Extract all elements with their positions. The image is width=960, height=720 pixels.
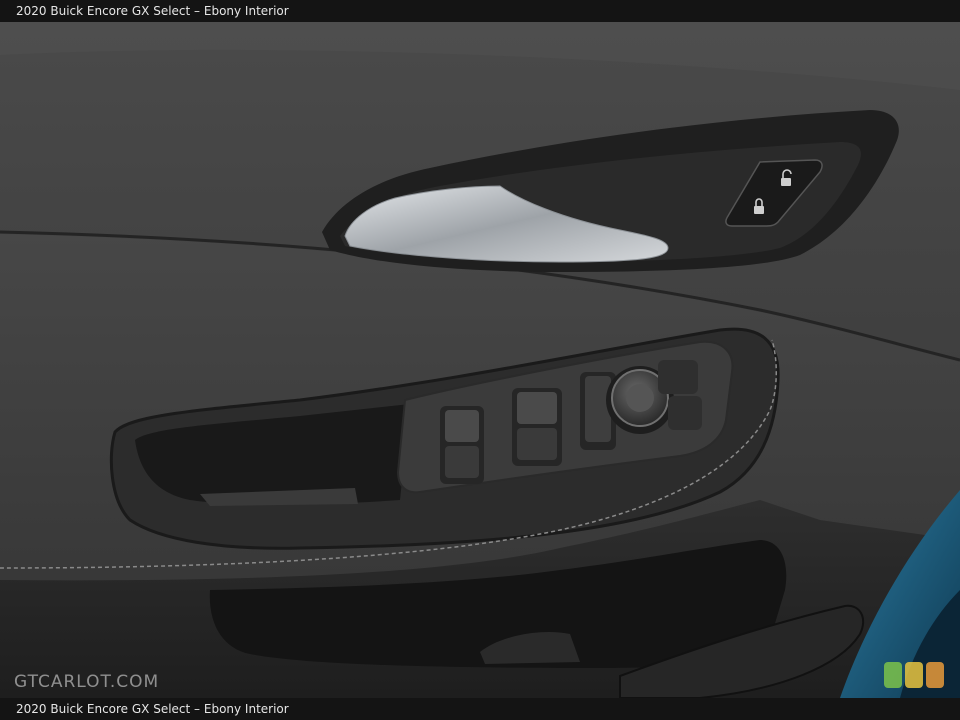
caption-top: 2020 Buick Encore GX Select – Ebony Inte… [16, 4, 289, 18]
image-frame: 2020 Buick Encore GX Select – Ebony Inte… [0, 0, 960, 720]
door-panel-photo [0, 22, 960, 698]
site-logo-icon [884, 662, 944, 688]
window-switch-front-right[interactable] [512, 388, 562, 466]
window-switch-front-left[interactable] [440, 406, 484, 484]
caption-bar-top: 2020 Buick Encore GX Select – Ebony Inte… [0, 0, 960, 22]
caption-bottom: 2020 Buick Encore GX Select – Ebony Inte… [16, 702, 289, 716]
caption-bar-bottom: 2020 Buick Encore GX Select – Ebony Inte… [0, 698, 960, 720]
watermark-text: GTCARLOT.COM [14, 672, 160, 692]
